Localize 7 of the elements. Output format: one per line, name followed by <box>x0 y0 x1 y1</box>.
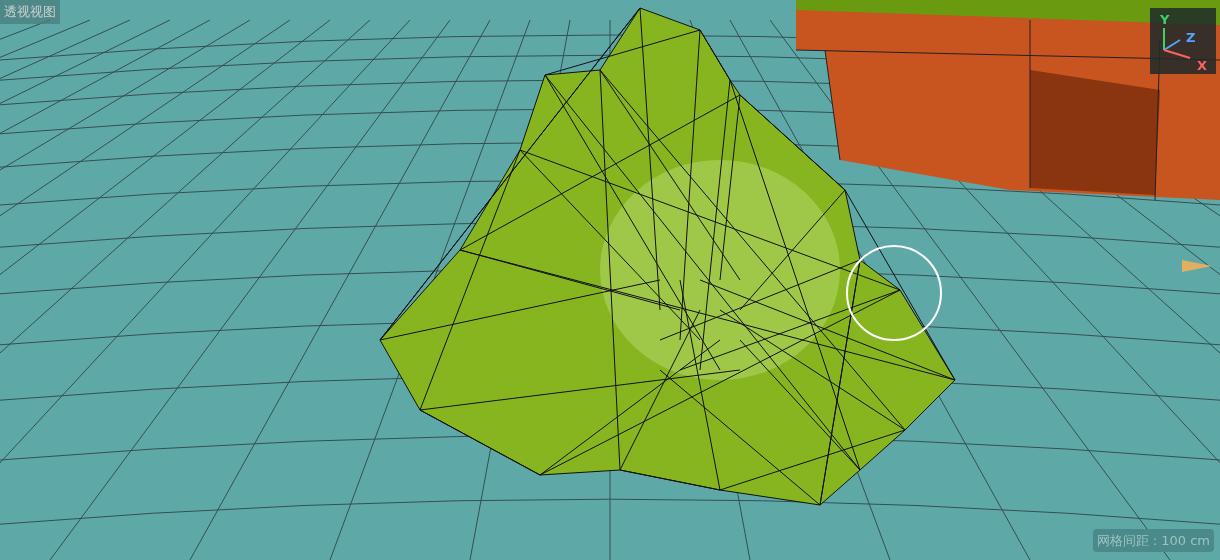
viewport-title: 透视视图 <box>0 0 60 24</box>
triangle-marker-icon <box>1182 260 1212 272</box>
axis-label: Y <box>1160 12 1170 27</box>
grid-spacing-label: 网格间距 : 100 cm <box>1092 528 1214 552</box>
axis-label: X <box>1197 58 1208 73</box>
axis-label: Z <box>1186 30 1196 45</box>
brush-cursor-icon <box>846 245 942 341</box>
